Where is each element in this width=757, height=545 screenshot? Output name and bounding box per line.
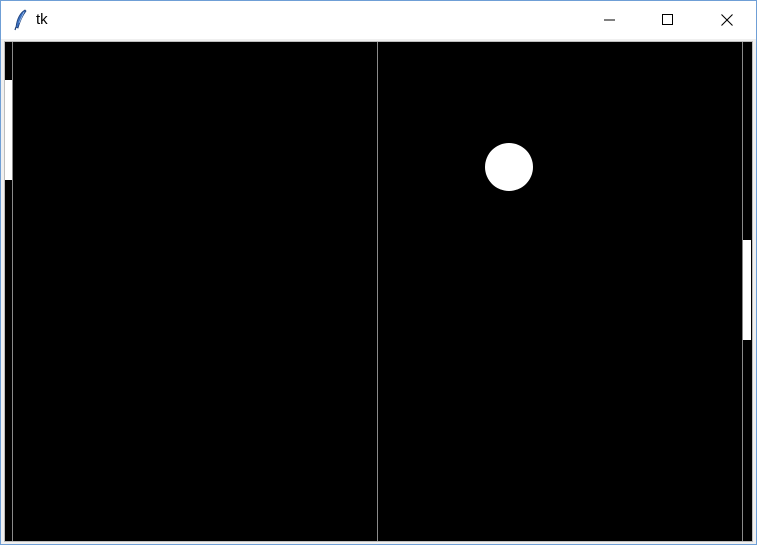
game-field (5, 42, 752, 541)
field-background (5, 42, 752, 541)
game-canvas[interactable] (4, 41, 753, 542)
maximize-button[interactable] (639, 1, 697, 39)
maximize-icon (662, 14, 673, 25)
close-icon (721, 14, 733, 26)
minimize-icon (604, 19, 615, 21)
tk-feather-icon (14, 9, 27, 31)
close-button[interactable] (698, 1, 756, 39)
ball (485, 143, 533, 191)
title-bar[interactable]: tk (1, 1, 756, 39)
app-window: tk (0, 0, 757, 545)
minimize-button[interactable] (581, 1, 639, 39)
left-paddle[interactable] (5, 80, 12, 180)
window-title: tk (36, 11, 48, 28)
right-paddle[interactable] (743, 240, 751, 340)
